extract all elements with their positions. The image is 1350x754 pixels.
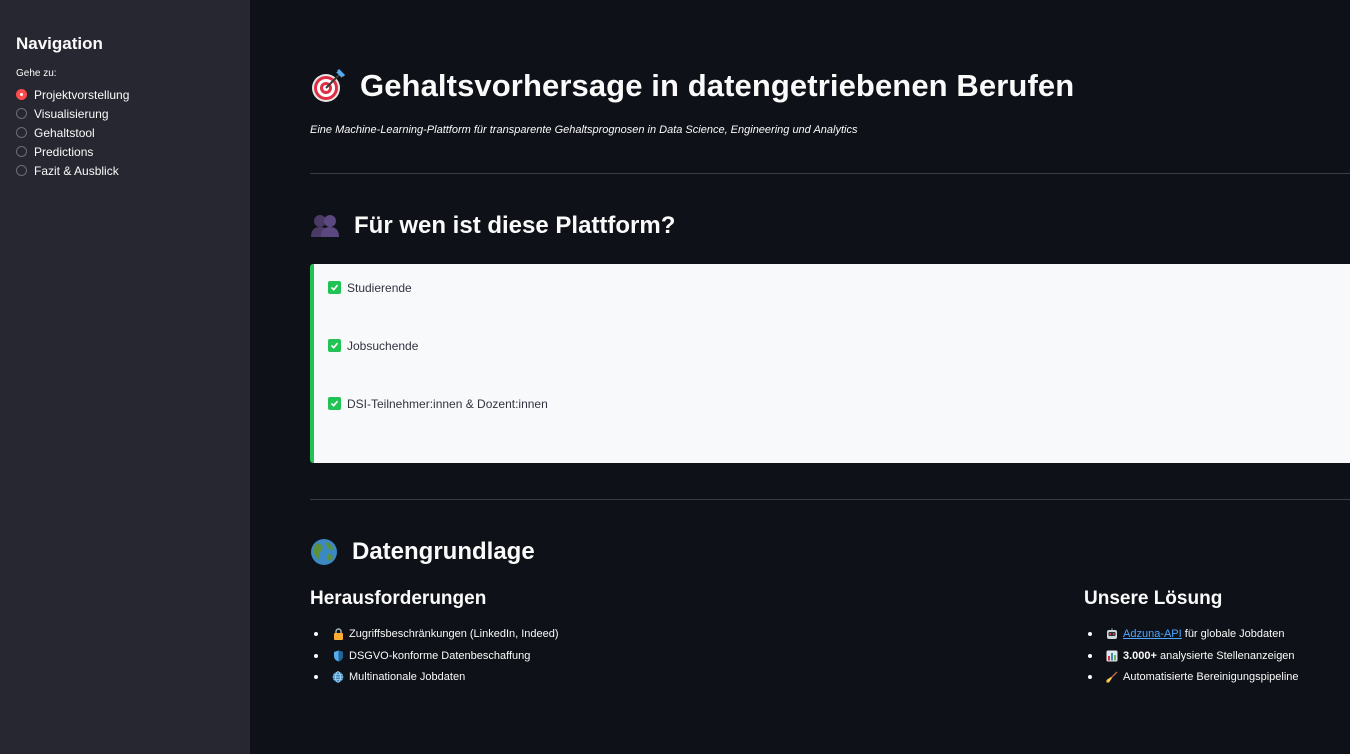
bullet-icon — [1088, 632, 1092, 636]
shield-icon — [332, 650, 344, 662]
audience-item-label: Jobsuchende — [347, 338, 419, 353]
bar-chart-icon — [1106, 650, 1118, 662]
robot-icon — [1106, 628, 1118, 640]
page-title-row: Gehaltsvorhersage in datengetriebenen Be… — [310, 68, 1350, 104]
nav-radio-gehaltstool[interactable]: Gehaltstool — [16, 123, 234, 142]
broom-icon — [1106, 671, 1118, 683]
divider — [310, 173, 1350, 174]
people-icon — [310, 213, 340, 239]
audience-item-label: DSI-Teilnehmer:innen & Dozent:innen — [347, 396, 548, 411]
nav-radio-predictions[interactable]: Predictions — [16, 142, 234, 161]
app: Navigation Gehe zu: Projektvorstellung V… — [0, 0, 1350, 754]
list-item: Multinationale Jobdaten — [310, 669, 1084, 685]
list-item-text: 3.000+ analysierte Stellenanzeigen — [1123, 650, 1295, 662]
target-icon — [310, 68, 346, 104]
audience-item: DSI-Teilnehmer:innen & Dozent:innen — [328, 396, 1336, 411]
list-item-text: Multinationale Jobdaten — [349, 671, 466, 683]
challenges-heading: Herausforderungen — [310, 588, 487, 609]
check-mark-icon — [328, 281, 341, 294]
solution-column: Unsere Lösung Adzuna-API für globale Job… — [1084, 588, 1350, 691]
radio-unselected-icon — [16, 165, 27, 176]
nav-radio-visualisierung[interactable]: Visualisierung — [16, 104, 234, 123]
bullet-icon — [314, 653, 318, 658]
count-value: 3.000+ — [1123, 649, 1157, 662]
list-item-text: DSGVO-konforme Datenbeschaffung — [349, 649, 531, 662]
check-mark-icon — [328, 339, 341, 352]
solution-list: Adzuna-API für globale Jobdaten 3.000+ a… — [1084, 626, 1350, 685]
bullet-icon — [314, 632, 318, 636]
nav-radio-label: Fazit & Ausblick — [34, 163, 119, 178]
audience-item-label: Studierende — [347, 280, 412, 295]
sidebar: Navigation Gehe zu: Projektvorstellung V… — [0, 0, 250, 754]
page-subtitle: Eine Machine-Learning-Plattform für tran… — [310, 124, 858, 136]
audience-title: Für wen ist diese Plattform? — [354, 212, 676, 239]
nav-radio-group: Projektvorstellung Visualisierung Gehalt… — [16, 85, 234, 180]
radio-group-label: Gehe zu: — [16, 68, 57, 79]
check-mark-icon — [328, 397, 341, 410]
lock-icon — [332, 628, 344, 640]
radio-selected-icon — [16, 89, 27, 100]
radio-unselected-icon — [16, 146, 27, 157]
list-item: 3.000+ analysierte Stellenanzeigen — [1084, 648, 1350, 664]
nav-radio-label: Visualisierung — [34, 106, 109, 121]
data-basis-columns: Herausforderungen Zugriffsbeschränkungen… — [310, 588, 1350, 691]
list-item: Automatisierte Bereinigungspipeline — [1084, 669, 1350, 685]
nav-radio-label: Projektvorstellung — [34, 87, 130, 102]
bullet-icon — [1088, 653, 1092, 658]
list-item-suffix: für globale Jobdaten — [1181, 628, 1285, 640]
audience-card: Studierende Jobsuchende DSI-Teilnehmer:i… — [310, 264, 1350, 463]
list-item-text: Zugriffsbeschränkungen (LinkedIn, Indeed… — [349, 628, 559, 640]
nav-radio-projektvorstellung[interactable]: Projektvorstellung — [16, 85, 234, 104]
list-item-text: Automatisierte Bereinigungspipeline — [1123, 671, 1299, 683]
data-basis-heading: Datengrundlage — [310, 538, 1350, 566]
main-content: Gehaltsvorhersage in datengetriebenen Be… — [250, 0, 1350, 754]
audience-item: Studierende — [328, 280, 1336, 295]
audience-heading: Für wen ist diese Plattform? — [310, 212, 1350, 240]
globe-grid-icon — [332, 671, 344, 683]
page-title: Gehaltsvorhersage in datengetriebenen Be… — [360, 68, 1075, 103]
radio-unselected-icon — [16, 127, 27, 138]
data-basis-title: Datengrundlage — [352, 538, 535, 565]
nav-radio-fazit[interactable]: Fazit & Ausblick — [16, 161, 234, 180]
list-item: DSGVO-konforme Datenbeschaffung — [310, 648, 1084, 664]
list-item: Zugriffsbeschränkungen (LinkedIn, Indeed… — [310, 626, 1084, 642]
challenges-list: Zugriffsbeschränkungen (LinkedIn, Indeed… — [310, 626, 1084, 685]
list-item-text: Adzuna-API für globale Jobdaten — [1123, 628, 1284, 640]
bullet-icon — [1088, 675, 1092, 679]
nav-radio-label: Gehaltstool — [34, 125, 95, 140]
list-item: Adzuna-API für globale Jobdaten — [1084, 626, 1350, 642]
audience-item: Jobsuchende — [328, 338, 1336, 353]
list-item-suffix: analysierte Stellenanzeigen — [1156, 649, 1295, 662]
divider — [310, 499, 1350, 500]
sidebar-title: Navigation — [16, 34, 103, 53]
bullet-icon — [314, 675, 318, 679]
adzuna-api-link[interactable]: Adzuna-API — [1123, 628, 1182, 640]
radio-unselected-icon — [16, 108, 27, 119]
solution-heading: Unsere Lösung — [1084, 588, 1223, 609]
nav-radio-label: Predictions — [34, 144, 94, 159]
globe-icon — [310, 538, 338, 566]
challenges-column: Herausforderungen Zugriffsbeschränkungen… — [310, 588, 1084, 691]
